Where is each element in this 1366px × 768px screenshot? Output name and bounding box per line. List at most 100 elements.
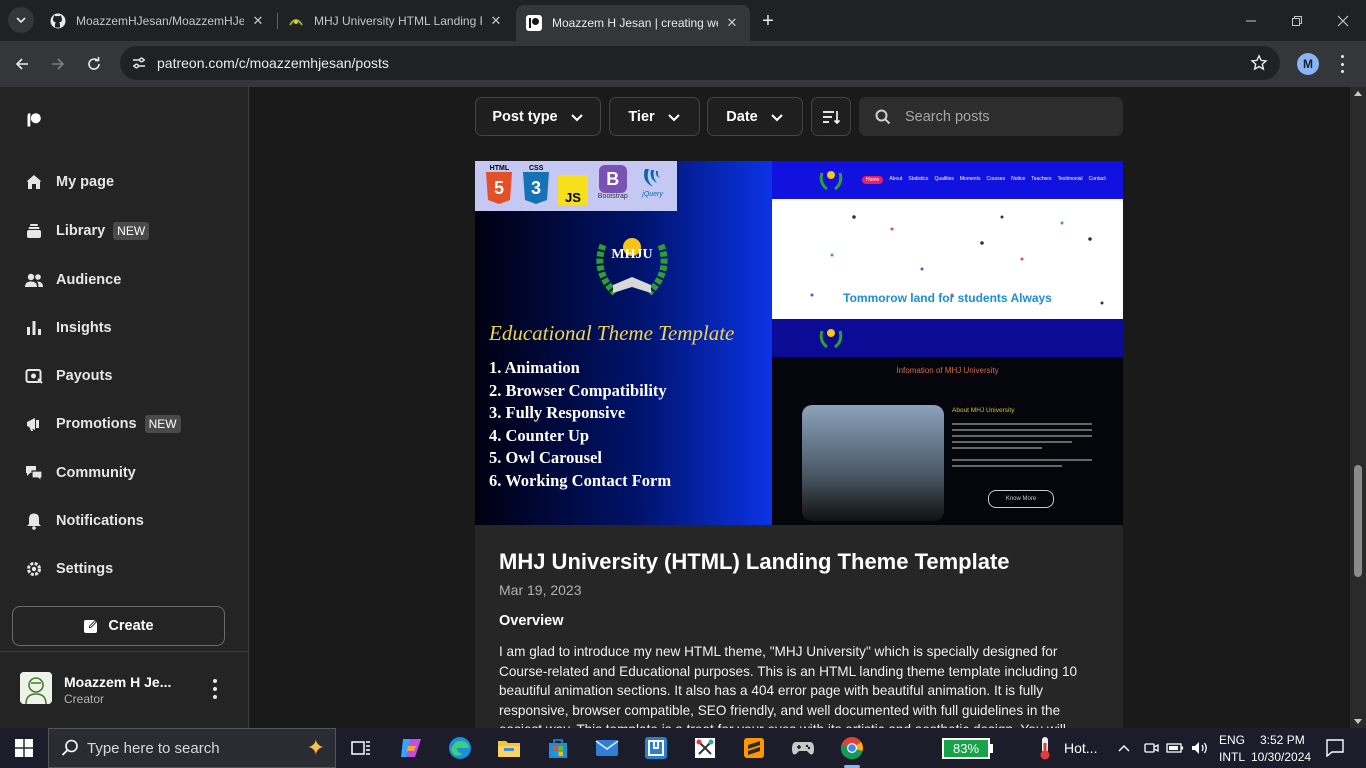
sidebar-item-community[interactable]: Community	[24, 458, 234, 488]
browser-tab-mhj-university[interactable]: MHJ University HTML Landing Page ✕	[278, 6, 514, 35]
profile-avatar[interactable]: M	[1297, 53, 1319, 75]
close-tab-icon[interactable]: ✕	[724, 15, 740, 31]
browser-menu-icon[interactable]	[1334, 55, 1350, 73]
restore-window-button[interactable]	[1274, 0, 1320, 41]
edge-browser-icon[interactable]	[445, 733, 475, 763]
search-posts-input[interactable]: Search posts	[859, 97, 1123, 136]
preview-photo	[802, 405, 944, 521]
minimize-icon	[1246, 20, 1256, 21]
account-switcher[interactable]: Moazzem H Je... Creator	[20, 671, 235, 707]
post-cover-image[interactable]: HTML 5 CSS 3 JS B Bootstrap jQuery MHJU …	[475, 161, 1123, 525]
browser-toolbar: patreon.com/c/moazzemhjesan/posts M	[0, 41, 1366, 87]
preview-nav-link: Courses	[986, 176, 1006, 182]
date-filter[interactable]: Date	[707, 97, 803, 136]
notification-center-icon[interactable]	[1320, 733, 1350, 763]
sidebar-item-promotions[interactable]: Promotions NEW	[24, 409, 234, 439]
post-type-filter[interactable]: Post type	[475, 97, 601, 136]
preview-nav-link: About	[889, 176, 903, 182]
mail-icon[interactable]	[592, 733, 622, 763]
preview-know-more-button: Know More	[988, 490, 1054, 508]
scroll-up-arrow-icon[interactable]	[1354, 91, 1362, 96]
taskbar-search-input[interactable]: Type here to search ✦	[48, 728, 336, 768]
post-date: Mar 19, 2023	[499, 582, 582, 598]
show-hidden-icons-icon[interactable]	[1114, 733, 1134, 763]
github-icon	[50, 13, 66, 29]
power-icon[interactable]	[1164, 733, 1186, 763]
sidebar-item-library[interactable]: Library NEW	[24, 216, 234, 246]
post-title[interactable]: MHJ University (HTML) Landing Theme Temp…	[499, 549, 1010, 575]
home-icon	[24, 172, 44, 192]
page-scrollbar[interactable]	[1350, 87, 1366, 728]
address-bar[interactable]: patreon.com/c/moazzemhjesan/posts	[120, 46, 1280, 80]
new-tab-button[interactable]: +	[756, 9, 780, 33]
snipping-tool-icon[interactable]	[690, 733, 720, 763]
sort-button[interactable]	[811, 97, 851, 136]
user-role: Creator	[64, 692, 105, 706]
preview-nav-link: Home	[862, 176, 884, 184]
edit-icon	[83, 618, 99, 634]
microsoft-store-icon[interactable]	[543, 733, 573, 763]
sidebar-item-label: Library	[56, 223, 106, 239]
close-tab-icon[interactable]: ✕	[488, 13, 504, 29]
more-options-icon[interactable]	[210, 679, 220, 699]
university-logo-icon: MHJU	[589, 227, 675, 307]
mhj-logo-icon	[288, 13, 304, 29]
css3-icon: CSS 3	[521, 165, 551, 207]
bookmark-star-icon[interactable]	[1250, 54, 1268, 72]
scrollbar-thumb[interactable]	[1354, 465, 1362, 577]
volume-icon[interactable]	[1188, 733, 1212, 763]
clock-time[interactable]: 3:52 PM	[1260, 733, 1305, 747]
sidebar-divider	[0, 651, 249, 652]
sidebar-item-label: Community	[56, 465, 136, 481]
tier-filter[interactable]: Tier	[609, 97, 700, 136]
language-indicator[interactable]: ENG	[1219, 733, 1245, 747]
logo-text: MHJU	[611, 247, 653, 262]
clock-date[interactable]: 10/30/2024	[1251, 750, 1311, 764]
start-button[interactable]	[0, 728, 48, 768]
post-card[interactable]: HTML 5 CSS 3 JS B Bootstrap jQuery MHJU …	[475, 161, 1123, 728]
scroll-down-arrow-icon[interactable]	[1354, 719, 1362, 724]
site-settings-icon[interactable]	[131, 55, 147, 71]
game-controller-icon[interactable]	[788, 733, 818, 763]
chrome-icon[interactable]	[837, 733, 867, 768]
sidebar-item-settings[interactable]: Settings	[24, 554, 234, 584]
patreon-logo-icon[interactable]	[26, 112, 42, 133]
search-icon	[875, 109, 891, 125]
browser-tab-github[interactable]: MoazzemHJesan/MoazzemHJesan ✕	[40, 6, 276, 35]
new-badge: NEW	[113, 222, 150, 240]
sidebar-item-insights[interactable]: Insights	[24, 313, 234, 343]
copilot-icon[interactable]	[396, 733, 426, 763]
html5-icon: HTML 5	[484, 165, 514, 207]
forward-button[interactable]	[44, 50, 72, 78]
filter-label: Post type	[492, 108, 558, 125]
meet-now-icon[interactable]	[1140, 733, 1162, 763]
site-preview: Home About Statistics Qualities Moments …	[772, 161, 1123, 525]
close-window-button[interactable]	[1320, 0, 1366, 41]
close-tab-icon[interactable]: ✕	[250, 13, 266, 29]
browser-tab-patreon[interactable]: Moazzem H Jesan | creating web ✕	[516, 5, 750, 41]
tech-badge-label: CSS	[528, 165, 544, 172]
battery-indicator[interactable]: 83%	[942, 738, 990, 759]
create-post-button[interactable]: Create	[12, 606, 225, 646]
sparkle-icon: ✦	[306, 735, 325, 760]
reload-button[interactable]	[80, 50, 108, 78]
restore-icon	[1292, 15, 1302, 26]
task-view-icon[interactable]	[346, 733, 376, 763]
sidebar-item-notifications[interactable]: Notifications	[24, 506, 234, 536]
patreon-icon	[526, 15, 542, 31]
thermometer-icon[interactable]	[1030, 733, 1060, 763]
file-explorer-icon[interactable]	[494, 733, 524, 763]
keyboard-layout-indicator[interactable]: INTL	[1219, 750, 1245, 764]
terminal-app-icon[interactable]	[641, 733, 671, 763]
back-button[interactable]	[8, 50, 36, 78]
minimize-window-button[interactable]	[1228, 0, 1274, 41]
sidebar-item-my-page[interactable]: My page	[24, 167, 234, 197]
tab-search-button[interactable]	[8, 7, 34, 33]
sidebar-item-label: My page	[56, 174, 115, 190]
sidebar-item-label: Notifications	[56, 513, 144, 529]
sublime-text-icon[interactable]	[739, 733, 769, 763]
weather-text[interactable]: Hot...	[1064, 740, 1097, 756]
sidebar-item-audience[interactable]: Audience	[24, 265, 234, 295]
sidebar-item-label: Payouts	[56, 368, 113, 384]
sidebar-item-payouts[interactable]: Payouts	[24, 361, 234, 391]
